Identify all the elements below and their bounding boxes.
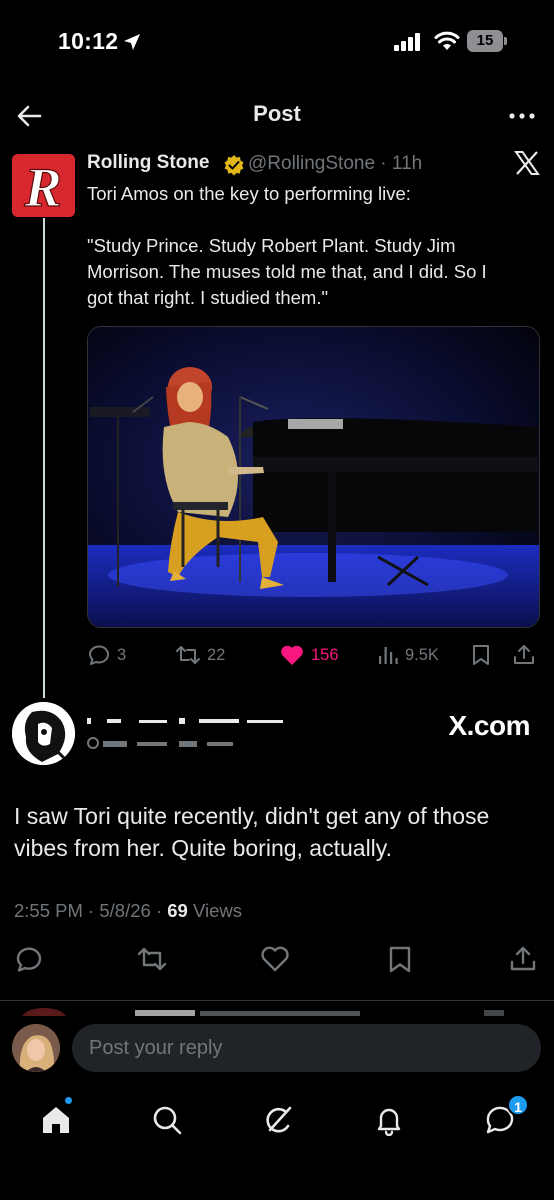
share-button[interactable] — [508, 944, 540, 976]
share-icon — [514, 645, 534, 664]
like-count: 156 — [311, 645, 339, 664]
nav-header: Post — [0, 88, 554, 142]
page-title: Post — [253, 101, 301, 126]
post-views-count[interactable]: 69 — [167, 900, 188, 921]
reply-text-line: I saw Tori quite recently, didn't get an… — [14, 803, 490, 829]
battery-indicator: 15 — [467, 30, 507, 52]
redacted-user-name — [87, 713, 283, 724]
bookmark-icon — [389, 946, 411, 973]
reply-icon — [16, 947, 42, 972]
thread-connector-line — [43, 218, 45, 698]
rolling-stone-avatar[interactable]: R — [12, 154, 75, 217]
reply-text-line: vibes from her. Quite boring, actually. — [14, 835, 392, 861]
post-views-label: Views — [192, 900, 242, 921]
repost-button[interactable] — [136, 944, 168, 976]
post-meta: 2:55 PM · 5/8/26 · 69 Views — [14, 900, 242, 922]
quoted-post-actions: 3 22 156 9.5K — [87, 640, 542, 670]
repost-count: 22 — [207, 645, 226, 664]
svg-text:R: R — [23, 157, 61, 217]
user-avatar[interactable] — [12, 702, 75, 765]
tweet-line: Morrison. The muses told me that, and I … — [87, 261, 487, 282]
bookmark-icon — [473, 645, 489, 665]
post-time: 11h — [391, 153, 423, 174]
reply-text: I saw Tori quite recently, didn't get an… — [14, 800, 544, 864]
post-date: 5/8/26 — [99, 900, 151, 921]
like-action[interactable]: 156 — [279, 640, 339, 670]
wifi-icon — [434, 31, 460, 56]
xcom-watermark: X.com — [448, 710, 530, 741]
tab-messages[interactable]: 1 — [470, 1090, 530, 1150]
grok-icon — [266, 1106, 292, 1133]
user-avatar-image — [12, 702, 75, 765]
repost-icon — [176, 646, 200, 664]
bottom-tab-bar: 1 — [0, 1090, 554, 1150]
rolling-stone-logo-icon: R — [12, 154, 75, 217]
post-timestamp: 2:55 PM — [14, 900, 83, 921]
views-count: 9.5K — [405, 645, 439, 664]
tweet-line: got that right. I studied them." — [87, 287, 329, 308]
heart-filled-icon — [281, 645, 303, 665]
views-action[interactable]: 9.5K — [377, 640, 439, 670]
tab-home[interactable] — [26, 1090, 86, 1150]
my-avatar[interactable] — [12, 1024, 60, 1072]
home-indicator — [0, 1188, 554, 1200]
cellular-signal-icon — [394, 33, 422, 56]
reply-button[interactable] — [14, 944, 46, 976]
status-time: 10:12 — [58, 28, 119, 54]
heart-outline-icon — [261, 946, 289, 972]
battery-level: 15 — [467, 30, 503, 52]
tab-notifications[interactable] — [359, 1090, 419, 1150]
share-action[interactable] — [512, 640, 536, 670]
divider — [0, 1000, 554, 1001]
location-arrow-icon — [122, 32, 142, 57]
bookmark-button[interactable] — [385, 944, 417, 976]
next-reply-peek — [0, 1002, 554, 1016]
tweet-photo[interactable] — [87, 326, 540, 628]
messages-count-badge: 1 — [507, 1094, 529, 1116]
views-bar-icon — [379, 647, 398, 664]
bookmark-action[interactable] — [470, 640, 492, 670]
home-icon — [43, 1107, 69, 1133]
my-avatar-image — [12, 1024, 60, 1072]
x-logo-icon — [514, 150, 540, 181]
more-options-button[interactable] — [506, 100, 538, 132]
author-handle[interactable]: @RollingStone — [248, 153, 375, 174]
compose-bar — [0, 1016, 554, 1084]
reply-icon — [89, 645, 109, 665]
repost-action[interactable]: 22 — [175, 640, 225, 670]
tweet-text: Tori Amos on the key to performing live:… — [87, 181, 537, 311]
redacted-user-handle — [87, 736, 237, 750]
tweet-line: "Study Prince. Study Robert Plant. Study… — [87, 235, 456, 256]
repost-icon — [137, 947, 167, 971]
handle-separator: · — [375, 153, 392, 174]
reply-action[interactable]: 3 — [87, 640, 126, 670]
like-button[interactable] — [260, 944, 292, 976]
author-handle-time: @RollingStone · 11h — [248, 153, 422, 175]
tab-grok[interactable] — [248, 1090, 308, 1150]
home-unread-dot — [64, 1096, 73, 1105]
author-name[interactable]: Rolling Stone — [87, 152, 209, 174]
share-icon — [510, 946, 536, 971]
battery-cap — [504, 37, 507, 45]
meta-separator: · — [82, 900, 100, 921]
reply-count: 3 — [117, 645, 127, 664]
tweet-line: Tori Amos on the key to performing live: — [87, 183, 411, 204]
tweet-line-gap — [87, 207, 537, 233]
verified-badge-icon — [223, 154, 245, 181]
concert-photo-image — [88, 327, 539, 627]
meta-separator: · — [150, 900, 168, 921]
status-bar: 10:12 15 — [0, 0, 554, 80]
bell-icon — [377, 1108, 401, 1136]
reply-input[interactable] — [72, 1024, 541, 1072]
reply-post-actions — [0, 944, 554, 978]
more-dots-icon — [509, 113, 535, 119]
tab-search[interactable] — [137, 1090, 197, 1150]
search-icon — [153, 1106, 182, 1135]
